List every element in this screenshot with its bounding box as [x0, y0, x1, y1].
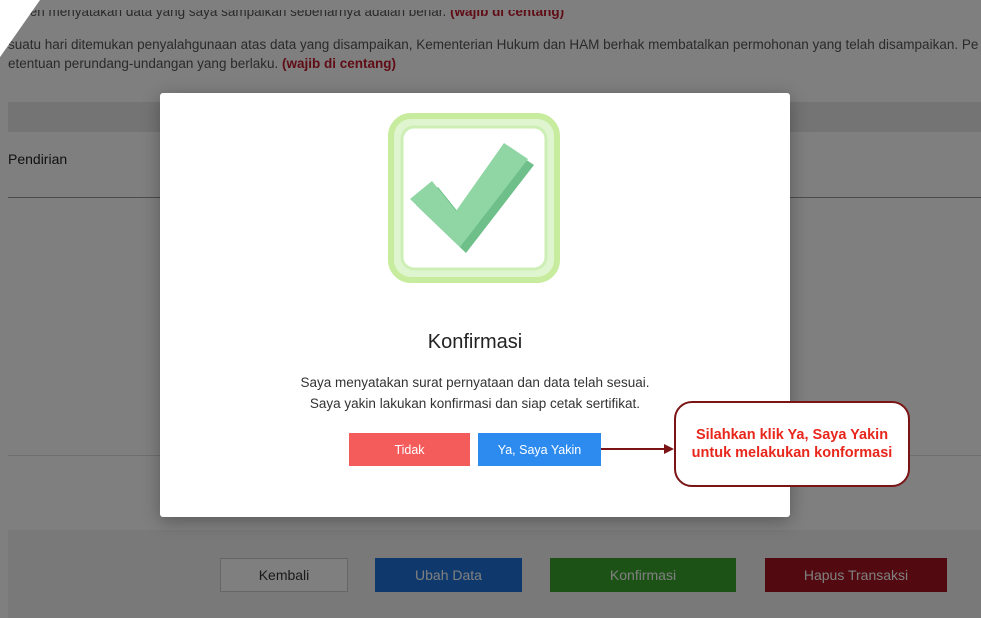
callout-line-1: Silahkan klik Ya, Saya Yakin	[695, 427, 889, 443]
check-icon	[388, 113, 560, 283]
callout-line-2: untuk melakukan konformasi	[691, 445, 893, 461]
modal-title: Konfirmasi	[427, 331, 523, 353]
tidak-button[interactable]: Tidak	[349, 433, 470, 466]
modal-message-line-1: Saya menyatakan surat pernyataan dan dat…	[300, 375, 650, 390]
ya-saya-yakin-button[interactable]: Ya, Saya Yakin	[478, 433, 601, 466]
instruction-callout: Silahkan klik Ya, Saya Yakin untuk melak…	[674, 401, 910, 487]
